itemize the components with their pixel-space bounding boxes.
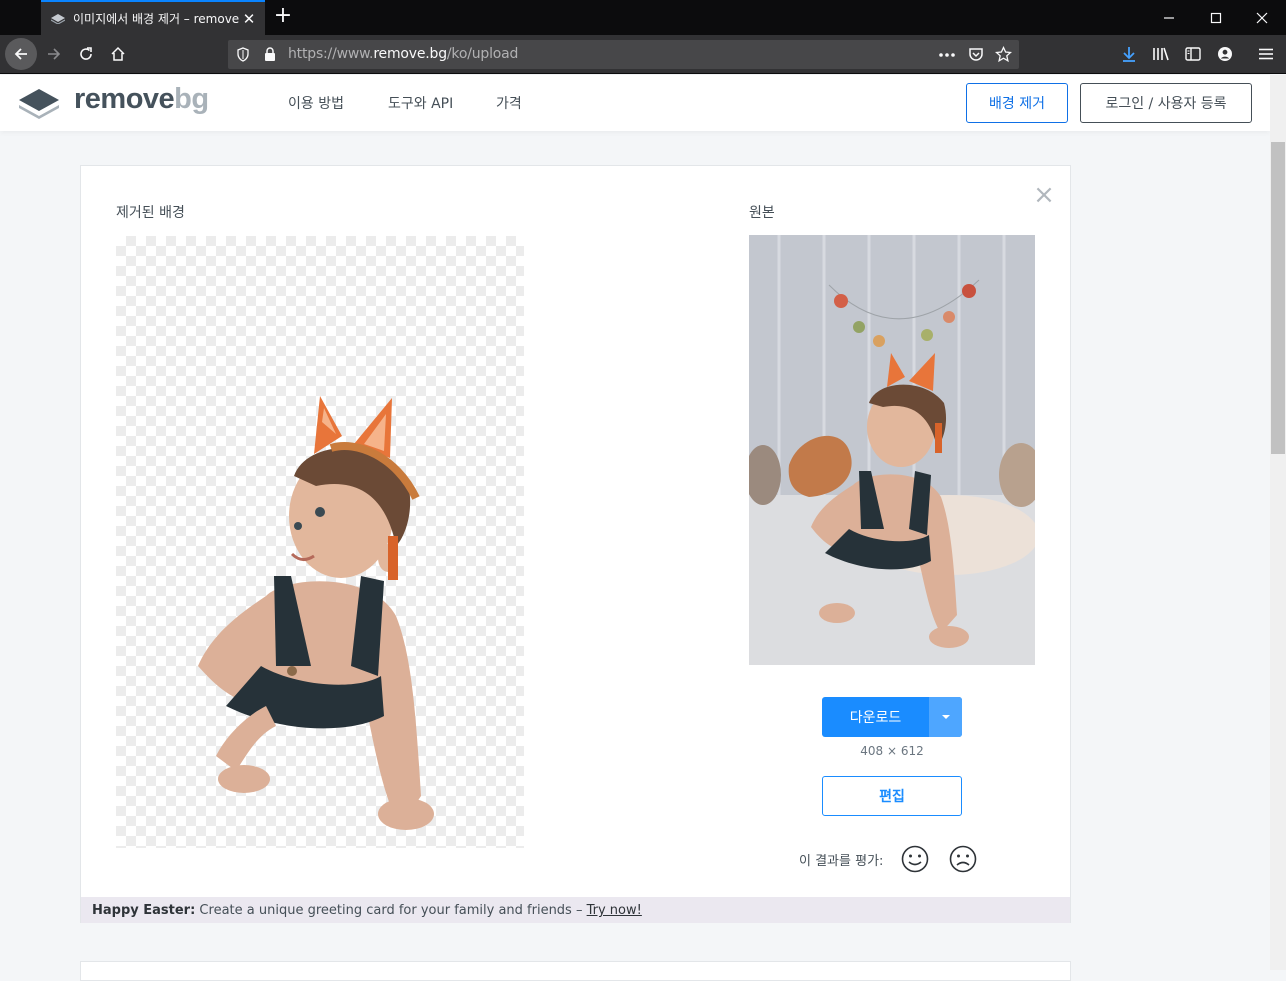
logo-main: remove: [74, 83, 175, 115]
sidebar-icon[interactable]: [1177, 39, 1209, 69]
image-dimensions: 408 × 612: [860, 744, 924, 758]
url-host: remove.bg: [373, 46, 447, 62]
removebg-favicon-icon: [51, 13, 65, 24]
edit-button[interactable]: 편집: [822, 776, 962, 816]
pocket-icon[interactable]: [968, 47, 984, 62]
removebg-logo-icon[interactable]: [17, 87, 61, 121]
bookmark-star-icon[interactable]: [995, 46, 1012, 63]
browser-tab[interactable]: 이미지에서 배경 제거 – remove ✕: [41, 0, 265, 35]
download-button-group: 다운로드: [822, 697, 962, 737]
logo-accent: bg: [174, 83, 209, 115]
original-title: 원본: [749, 205, 775, 221]
nav-pricing[interactable]: 가격: [496, 93, 522, 113]
result-card: 제거된 배경 원본 × 다운로드 408 × 612 편집 이 결과를 평가: …: [80, 165, 1071, 923]
menu-icon[interactable]: [1250, 39, 1282, 69]
login-signup-button[interactable]: 로그인 / 사용자 등록: [1080, 83, 1252, 123]
removed-background-title: 제거된 배경: [116, 205, 185, 221]
banner-try-now-link[interactable]: Try now!: [587, 903, 642, 918]
download-icon[interactable]: [1113, 39, 1145, 69]
account-icon[interactable]: [1209, 39, 1241, 69]
url-bar[interactable]: https://www.remove.bg/ko/upload: [228, 40, 1019, 69]
window-close-icon[interactable]: [1238, 0, 1286, 35]
scrollbar-thumb[interactable]: [1271, 142, 1285, 454]
tracking-shield-icon[interactable]: [236, 47, 250, 62]
nav-toolbar: https://www.remove.bg/ko/upload: [0, 35, 1286, 74]
reload-icon[interactable]: [70, 39, 102, 69]
easter-banner: Happy Easter: Create a unique greeting c…: [81, 897, 1070, 923]
library-icon[interactable]: [1145, 39, 1177, 69]
maximize-icon[interactable]: [1192, 0, 1240, 35]
original-photo-illustration: [749, 235, 1035, 665]
tab-title: 이미지에서 배경 제거 – remove: [73, 12, 240, 26]
page-actions-icon[interactable]: [938, 52, 956, 58]
url-text[interactable]: https://www.remove.bg/ko/upload: [288, 46, 518, 62]
forward-icon[interactable]: [38, 39, 70, 69]
download-options-caret-icon[interactable]: [929, 697, 962, 737]
home-icon[interactable]: [102, 39, 134, 69]
url-path: /ko/upload: [446, 46, 519, 62]
lock-icon[interactable]: [264, 47, 276, 62]
banner-heading: Happy Easter:: [92, 903, 196, 918]
original-image[interactable]: [749, 235, 1035, 665]
smiley-face-icon[interactable]: [900, 844, 930, 874]
remove-background-button[interactable]: 배경 제거: [966, 83, 1068, 123]
back-icon[interactable]: [5, 38, 37, 70]
logo-wordmark[interactable]: removebg: [74, 83, 209, 116]
download-button[interactable]: 다운로드: [822, 697, 929, 737]
rate-result-label: 이 결과를 평가:: [799, 854, 884, 869]
next-card: [80, 961, 1071, 981]
minimize-icon[interactable]: [1145, 0, 1193, 35]
result-image[interactable]: [116, 236, 524, 848]
url-prefix: https://www.: [288, 46, 374, 62]
site-header: removebg 이용 방법 도구와 API 가격 배경 제거 로그인 / 사용…: [0, 75, 1270, 131]
nav-how-it-works[interactable]: 이용 방법: [288, 93, 344, 113]
tab-close-icon[interactable]: ✕: [241, 11, 257, 27]
nav-tools-api[interactable]: 도구와 API: [388, 93, 453, 113]
sad-face-icon[interactable]: [948, 844, 978, 874]
close-icon[interactable]: ×: [1033, 182, 1055, 208]
tab-strip: 이미지에서 배경 제거 – remove ✕ +: [0, 0, 1286, 35]
new-tab-icon[interactable]: +: [272, 5, 294, 29]
banner-text: Create a unique greeting card for your f…: [195, 903, 587, 918]
baby-cutout-illustration: [198, 396, 434, 830]
